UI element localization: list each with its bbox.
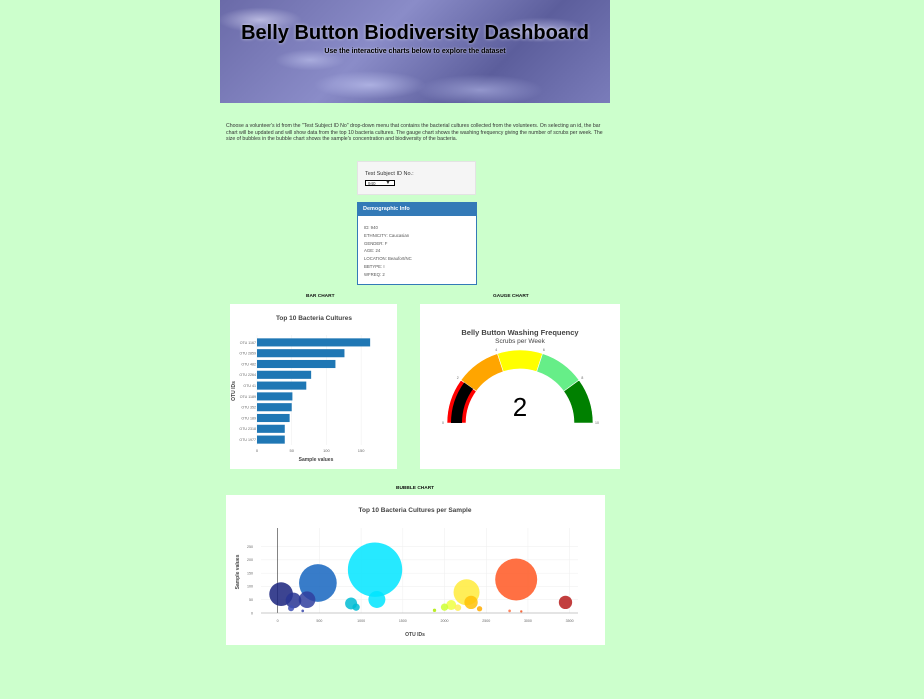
bar-x-axis-label: Sample values bbox=[299, 457, 334, 463]
subject-selector-label: Test Subject ID No.: bbox=[365, 171, 414, 177]
gauge-subtitle: Scrubs per Week bbox=[495, 338, 545, 345]
bar-y-axis-label: OTU IDs bbox=[231, 381, 237, 401]
bubble-mark bbox=[454, 604, 462, 612]
bar-mark bbox=[257, 403, 292, 412]
bubble-x-tick-label: 3500 bbox=[566, 619, 574, 623]
bubble-y-axis-label: Sample values bbox=[235, 554, 241, 589]
subject-id-dropdown[interactable]: 940 ▼ bbox=[365, 180, 395, 186]
bubble-x-tick-label: 2000 bbox=[441, 619, 449, 623]
bubble-mark bbox=[301, 609, 305, 613]
demographic-line: AGE: 24 bbox=[364, 248, 381, 254]
bubble-x-tick-label: 3000 bbox=[524, 619, 532, 623]
bar-mark bbox=[257, 392, 293, 401]
bar-category-label: OTU 1189 bbox=[240, 395, 256, 399]
bubble-y-tick-label: 250 bbox=[247, 545, 253, 549]
bubble-x-tick-label: 1000 bbox=[357, 619, 365, 623]
bar-mark bbox=[257, 338, 371, 347]
bubble-mark bbox=[495, 558, 538, 601]
bar-x-tick-label: 150 bbox=[358, 448, 365, 453]
bar-x-tick-label: 50 bbox=[289, 448, 294, 453]
gauge-title: Belly Button Washing Frequency bbox=[461, 328, 579, 337]
gauge-tick-label: 8 bbox=[581, 376, 583, 380]
bubble-chart-panel: Top 10 Bacteria Cultures per Sample 0 50 10… bbox=[226, 495, 605, 645]
bubble-y-tick-label: 0 bbox=[251, 611, 253, 615]
bubble-mark bbox=[285, 592, 302, 609]
gauge-tick-label: 4 bbox=[495, 348, 497, 352]
bubble-mark bbox=[508, 609, 511, 613]
bar-mark bbox=[257, 413, 290, 423]
demographic-line: LOCATION: Beaufort/NC bbox=[364, 256, 412, 262]
subject-selector-panel: Test Subject ID No.: 940 ▼ bbox=[357, 161, 476, 195]
demographic-line: GENDER: F bbox=[364, 240, 388, 246]
gauge-chart-section-label: GAUGE CHART bbox=[493, 294, 529, 299]
bar-chart-section-label: BAR CHART bbox=[306, 294, 335, 299]
demographic-panel-body: ID: 940 ETHNICITY: Caucasian GENDER: F AGE:… bbox=[358, 216, 476, 279]
bar-x-tick-label: 100 bbox=[323, 448, 330, 453]
bubble-mark bbox=[288, 605, 295, 612]
demographic-panel: Demographic Info ID: 940 ETHNICITY: Cauca… bbox=[357, 202, 477, 285]
subject-id-value: 940 bbox=[368, 181, 376, 186]
header-banner: Belly Button Biodiversity Dashboard Use … bbox=[220, 0, 610, 103]
bubble-x-tick-label: 1500 bbox=[399, 619, 407, 623]
bubble-x-tick-label: 500 bbox=[316, 619, 322, 623]
bar-category-label: OTU 41 bbox=[243, 384, 256, 388]
bubble-mark bbox=[368, 590, 386, 608]
bubble-chart-section-label: BUBBLE CHART bbox=[396, 486, 435, 491]
bubble-x-axis-label: OTU IDs bbox=[405, 632, 425, 638]
gauge-band bbox=[497, 349, 543, 373]
bar-mark bbox=[257, 370, 312, 379]
bubble-y-tick-label: 100 bbox=[247, 585, 253, 589]
bar-category-label: OTU 2859 bbox=[239, 352, 256, 356]
gauge-chart-panel: Belly Button Washing Frequency Scrubs per… bbox=[420, 304, 620, 469]
bubble-chart-title: Top 10 Bacteria Cultures per Sample bbox=[359, 507, 472, 514]
bar-category-label: OTU 189 bbox=[241, 416, 256, 420]
bar-category-label: OTU 482 bbox=[241, 362, 256, 366]
bar-mark bbox=[257, 359, 336, 369]
bubble-y-tick-label: 50 bbox=[249, 598, 253, 602]
bubble-mark bbox=[432, 608, 437, 613]
bar-category-label: OTU 2264 bbox=[239, 373, 256, 377]
bar-mark bbox=[257, 381, 307, 390]
demographic-line: WFREQ: 2 bbox=[364, 271, 385, 277]
bar-mark bbox=[257, 424, 285, 433]
bubble-mark bbox=[520, 610, 523, 613]
gauge-tick-label: 6 bbox=[543, 348, 545, 352]
gauge-tick-label: 0 bbox=[442, 421, 444, 425]
bar-chart-title: Top 10 Bacteria Cultures bbox=[276, 315, 352, 322]
demographic-panel-title: Demographic Info bbox=[358, 203, 476, 216]
bubble-mark bbox=[347, 542, 403, 597]
bar-category-label: OTU 352 bbox=[241, 406, 256, 410]
bubble-y-tick-label: 200 bbox=[247, 558, 253, 562]
bar-chart[interactable]: Top 10 Bacteria Cultures 0 50 100 150 OTU 116… bbox=[230, 304, 397, 469]
bubble-chart[interactable]: Top 10 Bacteria Cultures per Sample 0 50 10… bbox=[226, 495, 605, 645]
bar-category-label: OTU 2318 bbox=[239, 427, 256, 431]
bubble-x-tick-label: 2500 bbox=[482, 619, 490, 623]
bar-category-label: OTU 1167 bbox=[240, 341, 256, 345]
bar-category-label: OTU 1977 bbox=[239, 438, 256, 442]
gauge-tick-label: 2 bbox=[457, 376, 459, 380]
chevron-down-icon: ▼ bbox=[385, 180, 391, 186]
bubble-x-tick-label: 0 bbox=[277, 619, 279, 623]
bubble-mark bbox=[352, 603, 360, 611]
page-tagline: Use the interactive charts below to expl… bbox=[324, 48, 506, 55]
bubble-mark bbox=[440, 603, 449, 611]
bubble-y-tick-label: 150 bbox=[247, 571, 253, 575]
bar-x-tick-label: 0 bbox=[256, 448, 259, 453]
gauge-tick-label: 10 bbox=[595, 421, 599, 425]
bar-chart-panel: Top 10 Bacteria Cultures 0 50 100 150 OTU 116… bbox=[230, 304, 397, 469]
gauge-value: 2 bbox=[513, 392, 527, 422]
bar-mark bbox=[257, 349, 345, 358]
bubble-mark bbox=[558, 595, 573, 610]
bubble-mark bbox=[476, 606, 483, 612]
demographic-line: ETHNICITY: Caucasian bbox=[364, 232, 410, 238]
intro-paragraph: Choose a volunteer's id from the "Test S… bbox=[226, 123, 603, 143]
page-title: Belly Button Biodiversity Dashboard bbox=[241, 22, 589, 44]
gauge-chart[interactable]: Belly Button Washing FrequencyScrubs per… bbox=[420, 304, 620, 469]
bubble-mark bbox=[464, 595, 478, 610]
demographic-line: ID: 940 bbox=[364, 225, 378, 230]
demographic-line: BBTYPE: I bbox=[364, 263, 385, 269]
bar-mark bbox=[257, 435, 285, 444]
